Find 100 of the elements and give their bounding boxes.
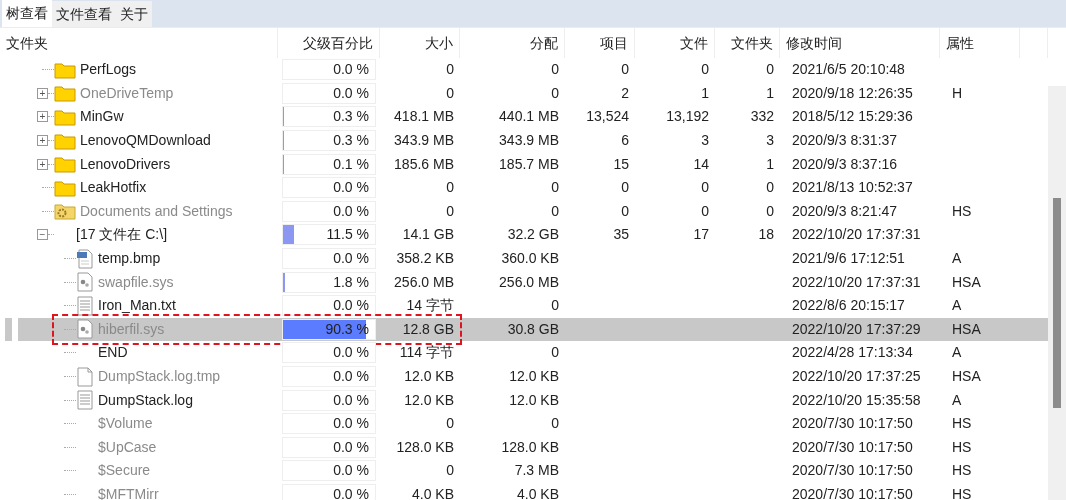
column-header[interactable]: 文件夹 — [0, 28, 278, 58]
folder-icon — [54, 131, 76, 150]
table-cell-text: 0 — [550, 296, 560, 316]
table-cell-text: 32.2 GB — [506, 225, 560, 245]
table-row[interactable]: + LenovoDrivers 0.1 % 185.6 MB 185.7 MB 15 14 1 2020/9/3 8:37:16 — [0, 152, 1048, 176]
table-row[interactable]: $UpCase 0.0 % 128.0 KB 128.0 KB 2020/7/30 10:17:50 HS — [0, 435, 1048, 460]
table-cell-text: 0 — [550, 343, 560, 363]
table-cell-text: 2022/8/6 20:15:17 — [791, 296, 906, 316]
item-name[interactable]: DumpStack.log — [98, 389, 193, 411]
table-cell-text: 1 — [765, 83, 775, 103]
percent-value: 0.0 % — [333, 60, 369, 80]
table-row[interactable]: $Volume 0.0 % 0 0 2020/7/30 10:17:50 HS — [0, 411, 1048, 436]
table-cell-text: HSA — [951, 367, 982, 386]
item-name[interactable]: swapfile.sys — [98, 271, 174, 293]
table-cell-text: 0 — [550, 414, 560, 434]
expand-button[interactable]: + — [37, 135, 48, 147]
table-row[interactable]: $Secure 0.0 % 0 7.3 MB 2020/7/30 10:17:50 HS — [0, 459, 1048, 483]
table-cell-text: 114 字节 — [398, 343, 455, 363]
item-name[interactable]: $Secure — [98, 460, 151, 482]
table-cell-text: 35 — [612, 225, 630, 245]
file-icon — [76, 366, 94, 387]
table-row[interactable]: − [17 文件在 C:\] 11.5 % 14.1 GB 32.2 GB 35 17 18 2022/10/20 17:37:31 — [0, 223, 1048, 247]
tab[interactable]: 文件查看 — [52, 1, 116, 27]
table-cell-text: 440.1 MB — [498, 107, 560, 127]
table-cell-text: 2020/9/18 12:26:35 — [791, 83, 914, 103]
table-row[interactable]: LeakHotfix 0.0 % 0 0 0 0 0 2021/8/13 10:52:37 — [0, 175, 1048, 200]
column-header[interactable]: 分配 — [460, 28, 565, 58]
column-header[interactable]: 父级百分比 — [278, 28, 380, 58]
expand-button[interactable]: + — [37, 111, 48, 123]
expand-button[interactable]: + — [37, 158, 48, 170]
table-row[interactable]: $MFTMirr 0.0 % 4.0 KB 4.0 KB 2020/7/30 10:17:50 HS — [0, 482, 1048, 500]
item-name[interactable]: OneDriveTemp — [80, 82, 174, 104]
table-cell-text: 0 — [765, 60, 775, 80]
table-cell-text: HS — [951, 201, 973, 221]
table-cell-text: 4.0 KB — [515, 485, 560, 500]
table-cell-text: 0 — [550, 83, 560, 103]
table-cell-text: 2020/7/30 10:17:50 — [791, 414, 914, 434]
item-name[interactable]: LeakHotfix — [80, 177, 147, 199]
table-cell-text: 13,192 — [665, 107, 710, 127]
table-row[interactable]: + MinGw 0.3 % 418.1 MB 440.1 MB 13,524 13,192 332 2018/5/12 15:29:36 — [0, 105, 1048, 129]
item-name[interactable]: $MFTMirr — [98, 484, 159, 500]
table-cell-text: 2018/5/12 15:29:36 — [791, 107, 914, 127]
table-cell-text: 12.0 KB — [508, 367, 560, 386]
item-name[interactable]: $UpCase — [98, 436, 157, 458]
item-name[interactable]: temp.bmp — [98, 248, 161, 270]
table-cell-text: 185.6 MB — [393, 154, 455, 174]
percent-value: 0.0 % — [333, 367, 369, 386]
table-cell-text: 418.1 MB — [393, 107, 455, 127]
table-cell-text: 0 — [765, 178, 775, 198]
item-name[interactable]: MinGw — [80, 106, 124, 128]
folder-icon — [54, 155, 76, 174]
item-name[interactable]: Documents and Settings — [80, 200, 233, 222]
table-cell-text: 0 — [550, 60, 560, 80]
column-header[interactable]: 属性 — [940, 28, 1020, 58]
table-row[interactable]: temp.bmp 0.0 % 358.2 KB 360.0 KB 2021/9/6 17:12:51 A — [0, 246, 1048, 271]
table-cell-text: 2022/10/20 17:37:29 — [791, 319, 922, 339]
item-name[interactable]: Iron_Man.txt — [98, 295, 176, 317]
table-cell-text: 0 — [445, 83, 455, 103]
table-cell-text: 2020/9/3 8:21:47 — [791, 201, 899, 221]
table-row[interactable]: swapfile.sys 1.8 % 256.0 MB 256.0 MB 2022/10/20 17:37:31 HSA — [0, 270, 1048, 294]
item-name[interactable]: LenovoDrivers — [80, 153, 171, 175]
table-cell-text: 0 — [700, 178, 710, 198]
column-header[interactable]: 文件 — [635, 28, 715, 58]
table-row[interactable]: PerfLogs 0.0 % 0 0 0 0 0 2021/6/5 20:10:48 — [0, 58, 1048, 82]
folder-icon — [54, 60, 76, 79]
item-name[interactable]: END — [98, 342, 128, 364]
column-header[interactable]: 项目 — [565, 28, 635, 58]
column-header[interactable]: 修改时间 — [780, 28, 940, 58]
item-name[interactable]: $Volume — [98, 413, 153, 435]
table-row[interactable]: Documents and Settings 0.0 % 0 0 0 0 0 2020/9/3 8:21:47 HS — [0, 199, 1048, 224]
table-cell-text: 0 — [620, 178, 630, 198]
table-cell-text: 12.8 GB — [401, 319, 455, 339]
table-cell-text: 3 — [700, 131, 710, 151]
item-name[interactable]: DumpStack.log.tmp — [98, 366, 221, 387]
table-cell-text: 17 — [692, 225, 710, 245]
column-header[interactable]: 文件夹 — [715, 28, 780, 58]
table-cell-text: HS — [951, 485, 973, 500]
expand-button[interactable]: + — [37, 87, 48, 99]
table-cell-text: A — [951, 296, 963, 316]
system-file-icon — [76, 272, 94, 293]
scrollbar-thumb[interactable] — [1053, 198, 1061, 408]
column-header[interactable]: 大小 — [380, 28, 460, 58]
table-row[interactable]: Iron_Man.txt 0.0 % 14 字节 0 2022/8/6 20:15:17 A — [0, 293, 1048, 318]
table-row[interactable]: DumpStack.log 0.0 % 12.0 KB 12.0 KB 2022/10/20 15:35:58 A — [0, 388, 1048, 412]
item-name[interactable]: PerfLogs — [80, 59, 137, 81]
table-cell-text: 12.0 KB — [508, 390, 560, 410]
tab[interactable]: 关于 — [116, 1, 152, 27]
scrollbar[interactable] — [1048, 86, 1066, 500]
item-name[interactable]: LenovoQMDownload — [80, 130, 211, 152]
tab[interactable]: 树查看 — [2, 0, 52, 27]
item-name[interactable]: [17 文件在 C:\] — [76, 224, 168, 246]
table-row[interactable]: + OneDriveTemp 0.0 % 0 0 2 1 1 2020/9/18 12:26:35 H — [0, 81, 1048, 106]
percent-value: 0.0 % — [333, 485, 369, 500]
table-row[interactable]: END 0.0 % 114 字节 0 2022/4/28 17:13:34 A — [0, 341, 1048, 365]
table-row[interactable]: DumpStack.log.tmp 0.0 % 12.0 KB 12.0 KB 2022/10/20 17:37:25 HSA — [0, 364, 1048, 389]
table-cell-text: 2022/10/20 17:37:31 — [791, 272, 922, 292]
collapse-button[interactable]: − — [37, 229, 48, 241]
table-row[interactable]: + LenovoQMDownload 0.3 % 343.9 MB 343.9 MB 6 3 3 2020/9/3 8:31:37 — [0, 128, 1048, 153]
table-cell-text: 12.0 KB — [403, 367, 455, 386]
percent-value: 0.0 % — [333, 414, 369, 434]
